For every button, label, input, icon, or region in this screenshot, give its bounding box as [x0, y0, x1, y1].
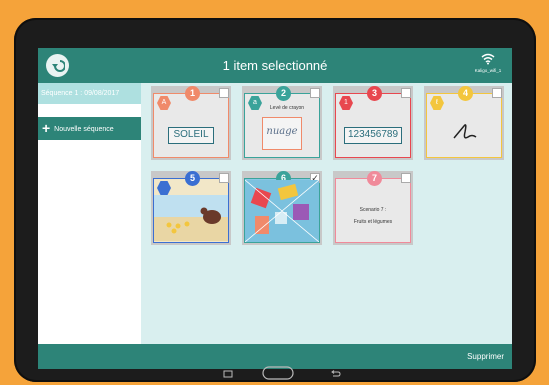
card-number: 3 [367, 86, 382, 101]
select-checkbox[interactable] [401, 88, 411, 98]
shapes-collage-image [245, 180, 319, 242]
back-button[interactable] [46, 54, 69, 77]
select-checkbox[interactable] [492, 88, 502, 98]
delete-button[interactable]: Supprimer [467, 344, 504, 369]
activity-card[interactable]: 2 a Levé de crayon nuage [242, 86, 322, 160]
sequence-tab[interactable]: Séquence 1 : 09/08/2017 [38, 83, 141, 104]
wifi-label: Kaligo_wifi_1 [474, 68, 502, 73]
wifi-icon [481, 53, 495, 65]
page-title: 1 item selectionné [222, 58, 328, 73]
wifi-status: Kaligo_wifi_1 [470, 52, 506, 80]
select-checkbox[interactable] [401, 173, 411, 183]
hen-and-chicks-image [154, 195, 228, 241]
activity-card[interactable]: 5 [151, 171, 231, 245]
select-checkbox[interactable] [219, 173, 229, 183]
card-word: SOLEIL [168, 127, 214, 144]
back-nav-icon[interactable] [331, 370, 341, 378]
new-sequence-button[interactable]: + Nouvelle séquence [38, 117, 141, 140]
top-bar: 1 item selectionné Kaligo_wifi_1 [38, 48, 512, 83]
recent-apps-icon[interactable] [223, 370, 233, 378]
card-number: 2 [276, 86, 291, 101]
back-arrow-icon [51, 59, 65, 72]
card-number: 5 [185, 171, 200, 186]
card-number: 7 [367, 171, 382, 186]
card-number: 1 [185, 86, 200, 101]
activity-card[interactable]: 1 A SOLEIL [151, 86, 231, 160]
app-screen: 1 item selectionné Kaligo_wifi_1 Séquenc… [38, 48, 512, 369]
new-sequence-label: Nouvelle séquence [54, 126, 114, 133]
sidebar: Séquence 1 : 09/08/2017 + Nouvelle séque… [38, 83, 141, 344]
activity-card[interactable]: 4 ℓ [424, 86, 504, 160]
card-number: 4 [458, 86, 473, 101]
card-word: nuage [262, 117, 302, 150]
plus-icon: + [42, 120, 51, 136]
activity-card[interactable]: 6 ✓ [242, 171, 322, 245]
loop-stroke-icon [453, 124, 477, 139]
scenario-subtitle: Fruits et légumes [353, 219, 393, 225]
scenario-title: Scenario 7 : [359, 207, 387, 213]
home-button-icon[interactable] [262, 366, 294, 380]
select-checkbox[interactable] [310, 88, 320, 98]
sequence-grid: 1 A SOLEIL 2 a Levé de crayon nuage 3 1 [141, 83, 512, 344]
tablet-frame: 1 item selectionné Kaligo_wifi_1 Séquenc… [14, 18, 536, 382]
activity-card[interactable]: 3 1 123456789 [333, 86, 413, 160]
activity-card[interactable]: 7 Scenario 7 : Fruits et légumes [333, 171, 413, 245]
card-caption: Levé de crayon [269, 105, 305, 111]
card-word: 123456789 [344, 127, 402, 144]
select-checkbox[interactable] [219, 88, 229, 98]
